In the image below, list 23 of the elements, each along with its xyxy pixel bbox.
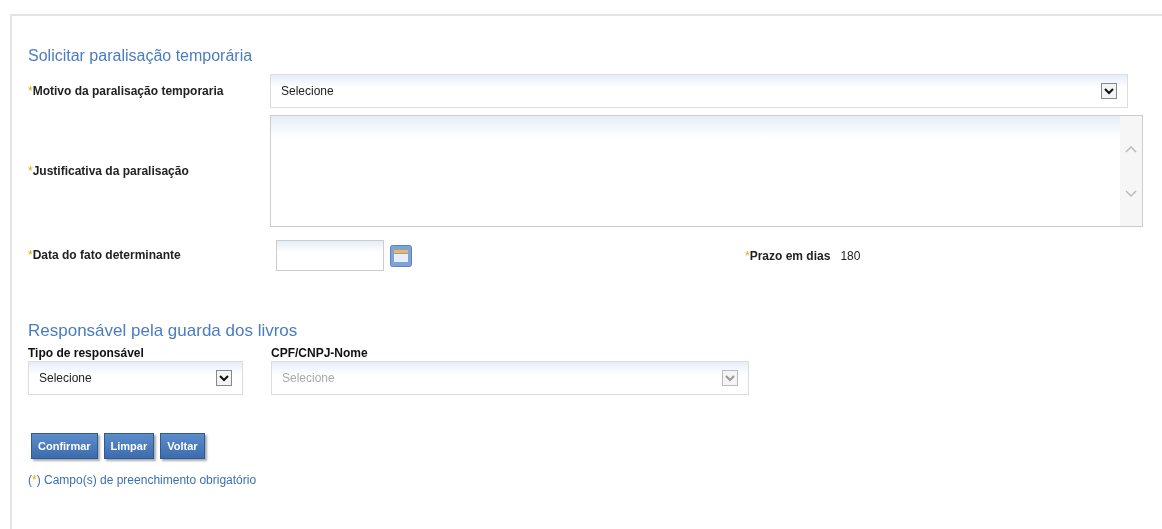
scroll-up-icon[interactable] (1124, 143, 1138, 154)
field-label: *Justificativa da paralisação (28, 163, 190, 179)
date-field[interactable] (276, 240, 384, 271)
field-label: *Data do fato determinante (28, 248, 182, 263)
field-label: Tipo de responsável (28, 345, 145, 361)
field-label: *Motivo da paralisação temporaria (28, 83, 225, 99)
scroll-down-icon[interactable] (1124, 188, 1138, 199)
justification-field[interactable] (270, 115, 1143, 227)
dropdown-icon (722, 370, 738, 386)
action-button[interactable]: Limpar (103, 433, 155, 459)
field-label: *Prazo em dias (745, 248, 831, 263)
action-button[interactable]: Confirmar (31, 433, 98, 459)
section-title: Responsável pela guarda dos livros (28, 320, 299, 341)
action-button[interactable]: Voltar (160, 433, 205, 459)
dropdown-icon (1101, 83, 1117, 99)
calendar-icon[interactable] (390, 244, 412, 267)
required-note: (*) Campo(s) de preenchimento obrigatório (28, 473, 258, 487)
dropdown-icon (216, 370, 232, 386)
days-value: 180 (840, 248, 861, 263)
section-title: Solicitar paralisação temporária (28, 46, 254, 66)
reason-select[interactable]: Selecione (270, 74, 1128, 108)
field-label: CPF/CNPJ-Nome (271, 345, 369, 361)
dropdown-select[interactable]: Selecione (28, 361, 243, 395)
